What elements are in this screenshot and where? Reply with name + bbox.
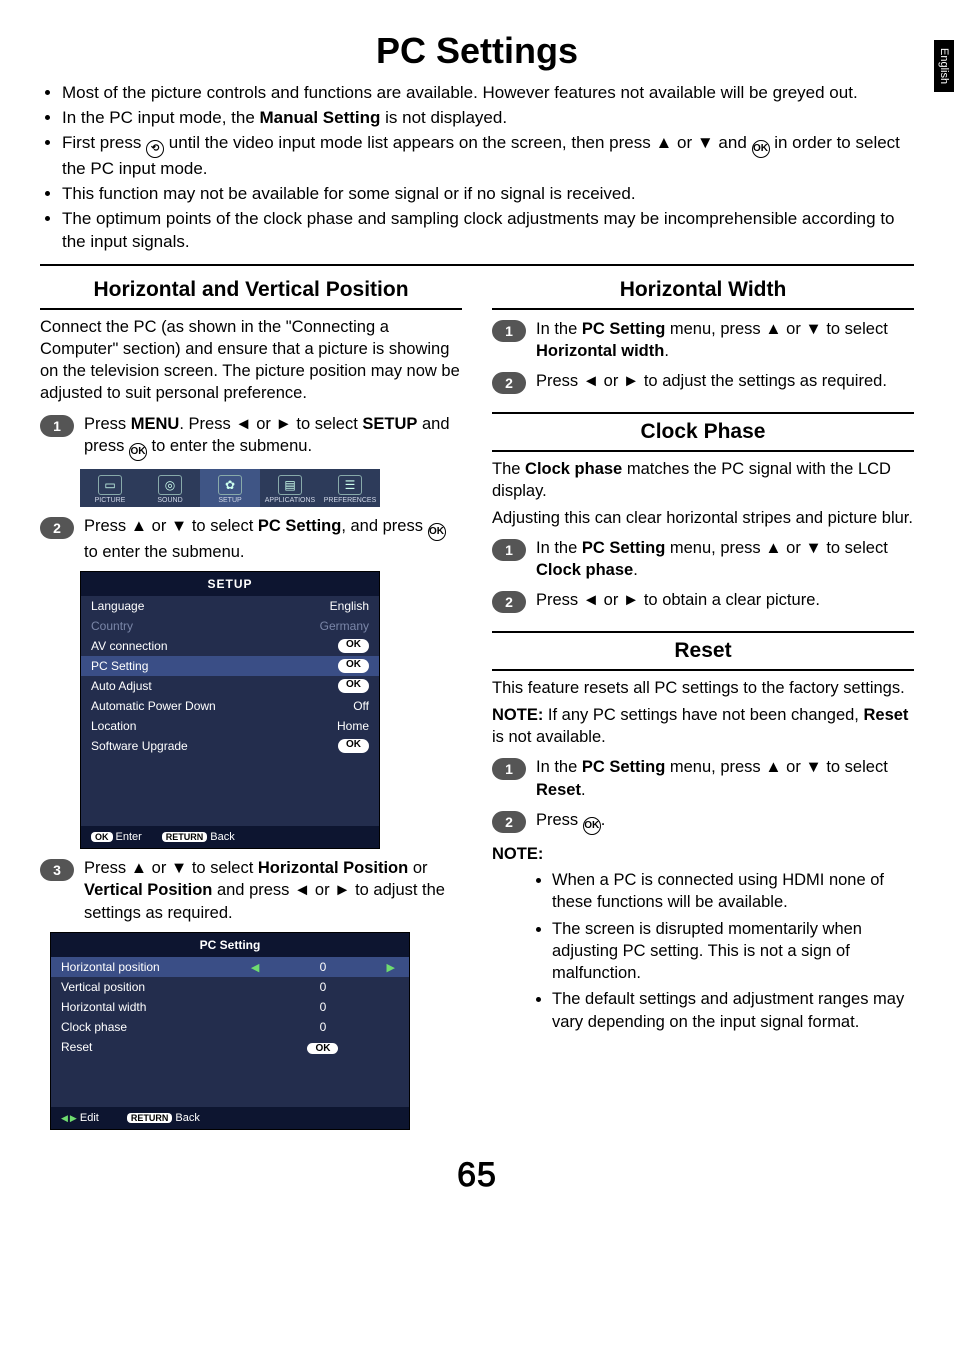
section-clock-phase: Clock Phase [492,420,914,444]
cp-para2: Adjusting this can clear horizontal stri… [492,507,914,529]
applications-icon: ▤ [278,475,302,495]
picture-icon: ▭ [98,475,122,495]
final-note-item: When a PC is connected using HDMI none o… [552,869,914,914]
language-tab: English [934,40,954,92]
osd-pc-row: Vertical position0 [51,977,409,997]
step-badge-1: 1 [492,320,526,342]
sound-icon: ◎ [158,475,182,495]
step-badge-1: 1 [492,758,526,780]
osd-setup-panel: SETUP LanguageEnglishCountryGermanyAV co… [80,571,380,849]
menu-ribbon: ▭PICTURE ◎SOUND ✿SETUP ▤APPLICATIONS ☰PR… [80,469,380,507]
reset-note: NOTE: If any PC settings have not been c… [492,704,914,749]
rs-step2: Press OK. [536,809,605,835]
arrow-icons [61,1112,77,1124]
reset-para: This feature resets all PC settings to t… [492,677,914,699]
cp-para1: The Clock phase matches the PC signal wi… [492,458,914,503]
osd-footer: OKEnter RETURNBack [81,826,379,848]
step-badge-3: 3 [40,859,74,881]
final-note-label: NOTE: [492,843,914,865]
ribbon-picture: ▭PICTURE [80,469,140,507]
osd-pc-row: Horizontal width0 [51,997,409,1017]
setup-icon: ✿ [218,475,242,495]
osd-pcsetting-panel: PC Setting Horizontal position◀0▶Vertica… [50,932,410,1130]
osd-title: SETUP [81,572,379,596]
preferences-icon: ☰ [338,475,362,495]
ok-icon: OK [428,523,446,541]
step-badge-2: 2 [492,591,526,613]
step-badge-1: 1 [40,415,74,437]
step-badge-1: 1 [492,539,526,561]
osd-pc-row: Clock phase0 [51,1017,409,1037]
section-horizontal-width: Horizontal Width [492,278,914,302]
step-badge-2: 2 [492,372,526,394]
step-2-text: Press ▲ or ▼ to select PC Setting, and p… [84,515,462,563]
intro-item: In the PC input mode, the Manual Setting… [62,107,914,130]
rs-step1: In the PC Setting menu, press ▲ or ▼ to … [536,756,914,801]
osd-row: AV connectionOK [81,636,379,656]
ribbon-sound: ◎SOUND [140,469,200,507]
final-note-item: The default settings and adjustment rang… [552,988,914,1033]
osd-row: LanguageEnglish [81,596,379,616]
ribbon-preferences: ☰PREFERENCES [320,469,380,507]
ribbon-setup: ✿SETUP [200,469,260,507]
osd-row: Auto AdjustOK [81,676,379,696]
hw-step1: In the PC Setting menu, press ▲ or ▼ to … [536,318,914,363]
intro-item: First press ⟲ until the video input mode… [62,132,914,181]
osd-pc-title: PC Setting [51,933,409,957]
hw-step2: Press ◄ or ► to adjust the settings as r… [536,370,887,392]
step-badge-2: 2 [492,811,526,833]
step-badge-2: 2 [40,517,74,539]
lead-paragraph: Connect the PC (as shown in the "Connect… [40,316,462,405]
section-reset: Reset [492,639,914,663]
intro-item: This function may not be available for s… [62,183,914,206]
intro-item: The optimum points of the clock phase an… [62,208,914,254]
osd-pc-row: ResetOK [51,1037,409,1057]
ok-icon: OK [129,443,147,461]
osd-pc-footer: Edit RETURNBack [51,1107,409,1129]
osd-row: LocationHome [81,716,379,736]
osd-row: CountryGermany [81,616,379,636]
page-title: PC Settings [40,30,914,72]
page-number: 65 [40,1156,914,1195]
final-note-item: The screen is disrupted momentarily when… [552,918,914,985]
ribbon-applications: ▤APPLICATIONS [260,469,320,507]
ok-icon: OK [752,140,770,158]
intro-item: Most of the picture controls and functio… [62,82,914,105]
cp-step1: In the PC Setting menu, press ▲ or ▼ to … [536,537,914,582]
cp-step2: Press ◄ or ► to obtain a clear picture. [536,589,820,611]
osd-pc-row: Horizontal position◀0▶ [51,957,409,977]
osd-row: Software UpgradeOK [81,736,379,756]
input-icon: ⟲ [146,140,164,158]
intro-list: Most of the picture controls and functio… [40,82,914,254]
section-horizontal-vertical: Horizontal and Vertical Position [40,278,462,302]
osd-row: PC SettingOK [81,656,379,676]
ok-icon: OK [583,817,601,835]
step-1-text: Press MENU. Press ◄ or ► to select SETUP… [84,413,462,461]
osd-row: Automatic Power DownOff [81,696,379,716]
step-3-text: Press ▲ or ▼ to select Horizontal Positi… [84,857,462,924]
final-notes: When a PC is connected using HDMI none o… [492,869,914,1033]
